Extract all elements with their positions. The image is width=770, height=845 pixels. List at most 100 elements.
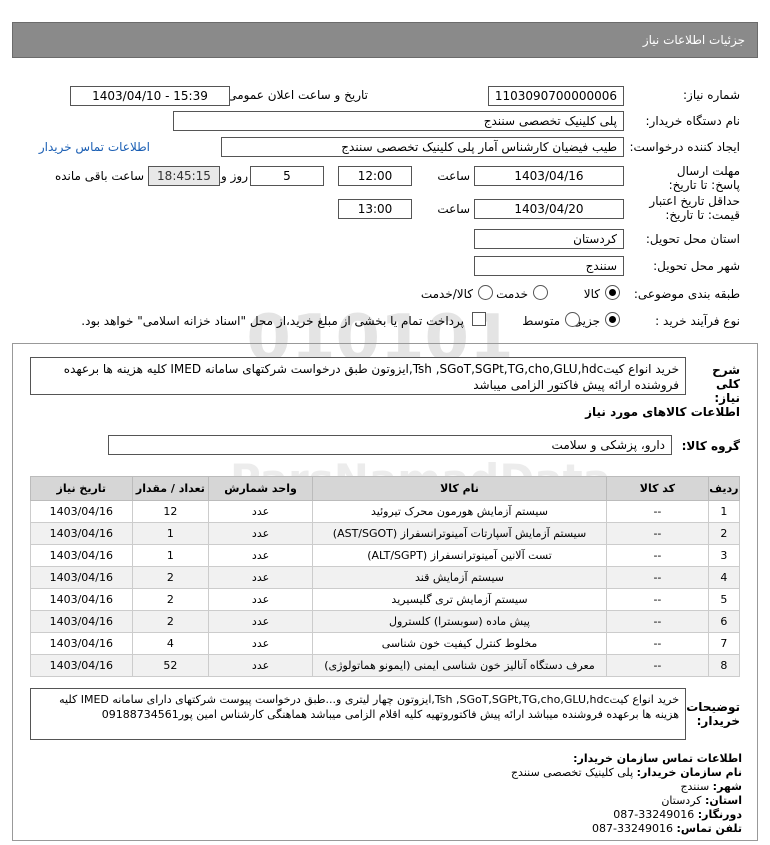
cell-unit: عدد xyxy=(208,654,313,677)
contact-city: شهر: سنندج xyxy=(680,780,742,793)
remaining-time-field: 18:45:15 xyxy=(148,166,220,186)
cell-row: 2 xyxy=(707,522,741,545)
cell-qty: 2 xyxy=(131,566,210,589)
city-field: سنندج xyxy=(474,256,624,276)
validity-date-field: 1403/04/20 xyxy=(474,199,624,219)
cell-qty: 52 xyxy=(131,654,210,677)
process-radio-medium[interactable] xyxy=(565,312,580,327)
table-row: 3 -- تست آلانین آمینوترانسفراز (ALT/SGPT… xyxy=(30,544,741,567)
table-row: 8 -- معرف دستگاه آنالیز خون شناسی ایمنی … xyxy=(30,654,741,677)
contact-phone: تلفن تماس: 33249016-087 xyxy=(592,822,742,835)
cell-qty: 2 xyxy=(131,588,210,611)
category-radio-service[interactable] xyxy=(533,285,548,300)
col-date: تاریخ نیاز xyxy=(30,476,133,501)
cell-date: 1403/04/16 xyxy=(30,588,133,611)
cell-unit: عدد xyxy=(208,522,313,545)
cell-qty: 4 xyxy=(131,632,210,655)
summary-text: خرید انواع کیتTsh ,SGoT,SGPt,TG,cho,GLU,… xyxy=(30,357,686,395)
days-label: روز و xyxy=(221,169,248,183)
cell-qty: 1 xyxy=(131,522,210,545)
cell-row: 3 xyxy=(707,544,741,567)
category-option-goods: کالا xyxy=(583,287,600,301)
validity-time-label: ساعت xyxy=(437,202,470,216)
deadline-label: مهلت ارسال پاسخ: تا تاریخ: xyxy=(668,164,740,192)
city-label: شهر محل تحویل: xyxy=(653,259,740,273)
col-unit: واحد شمارش xyxy=(208,476,313,501)
cell-row: 7 xyxy=(707,632,741,655)
contact-phone-value: 33249016-087 xyxy=(592,822,674,835)
cell-name: تست آلانین آمینوترانسفراز (ALT/SGPT) xyxy=(311,544,608,567)
buyer-org-field: پلی کلینیک تخصصی سنندج xyxy=(173,111,624,131)
cell-row: 5 xyxy=(707,588,741,611)
validity-label: حداقل تاریخ اعتبار قیمت: تا تاریخ: xyxy=(649,194,740,222)
col-name: نام کالا xyxy=(311,476,608,501)
cell-date: 1403/04/16 xyxy=(30,610,133,633)
contact-org-value: پلی کلینیک تخصصی سنندج xyxy=(510,766,634,779)
category-option-both: کالا/خدمت xyxy=(420,287,473,301)
category-radio-goods[interactable] xyxy=(605,285,620,300)
cell-code: -- xyxy=(606,654,709,677)
contact-province-value: کردستان xyxy=(661,794,702,807)
contact-org: نام سازمان خریدار: پلی کلینیک تخصصی سنند… xyxy=(510,766,742,779)
cell-unit: عدد xyxy=(208,610,313,633)
cell-unit: عدد xyxy=(208,588,313,611)
contact-title: اطلاعات تماس سازمان خریدار: xyxy=(573,752,742,765)
goods-group-label: گروه کالا: xyxy=(681,439,740,453)
cell-date: 1403/04/16 xyxy=(30,654,133,677)
cell-row: 4 xyxy=(707,566,741,589)
cell-date: 1403/04/16 xyxy=(30,544,133,567)
creator-field: طیب فیضیان کارشناس آمار پلی کلینیک تخصصی… xyxy=(221,137,624,157)
deadline-date-field: 1403/04/16 xyxy=(474,166,624,186)
buyer-notes-label: توضیحات خریدار: xyxy=(686,700,740,728)
goods-table: ردیف کد کالا نام کالا واحد شمارش تعداد /… xyxy=(30,476,741,677)
province-field: کردستان xyxy=(474,229,624,249)
cell-unit: عدد xyxy=(208,500,313,523)
cell-code: -- xyxy=(606,610,709,633)
page-header: جزئیات اطلاعات نیاز xyxy=(12,22,758,58)
contact-fax: دورنگار: 33249016-087 xyxy=(613,808,742,821)
summary-label: شرح کلی نیاز: xyxy=(712,363,740,405)
contact-city-value: سنندج xyxy=(680,780,710,793)
table-row: 2 -- سیستم آزمایش آسپارتات آمینوترانسفرا… xyxy=(30,522,741,545)
cell-name: مخلوط کنترل کیفیت خون شناسی xyxy=(311,632,608,655)
cell-name: معرف دستگاه آنالیز خون شناسی ایمنی (ایمو… xyxy=(311,654,608,677)
treasury-checkbox[interactable] xyxy=(472,312,486,326)
payment-note: پرداخت تمام یا بخشی از مبلغ خرید،از محل … xyxy=(81,314,464,328)
category-label: طبقه بندی موضوعی: xyxy=(633,287,740,301)
announce-field: 1403/04/10 - 15:39 xyxy=(70,86,230,106)
province-label: استان محل تحویل: xyxy=(645,232,740,246)
cell-name: پیش ماده (سوبسترا) کلسترول xyxy=(311,610,608,633)
need-number-label: شماره نیاز: xyxy=(683,88,740,102)
table-header-row: ردیف کد کالا نام کالا واحد شمارش تعداد /… xyxy=(30,476,741,501)
contact-province: استان: کردستان xyxy=(661,794,742,807)
cell-qty: 1 xyxy=(131,544,210,567)
cell-date: 1403/04/16 xyxy=(30,566,133,589)
cell-date: 1403/04/16 xyxy=(30,522,133,545)
announce-label: تاریخ و ساعت اعلان عمومی: xyxy=(223,88,368,102)
table-row: 1 -- سیستم آزمایش هورمون محرک تیروئید عد… xyxy=(30,500,741,523)
cell-qty: 12 xyxy=(131,500,210,523)
deadline-time-field: 12:00 xyxy=(338,166,412,186)
contact-fax-value: 33249016-087 xyxy=(613,808,695,821)
cell-name: سیستم آزمایش هورمون محرک تیروئید xyxy=(311,500,608,523)
cell-unit: عدد xyxy=(208,632,313,655)
table-row: 7 -- مخلوط کنترل کیفیت خون شناسی عدد 4 1… xyxy=(30,632,741,655)
cell-code: -- xyxy=(606,500,709,523)
validity-time-field: 13:00 xyxy=(338,199,412,219)
cell-code: -- xyxy=(606,522,709,545)
buyer-notes-text: خرید انواع کیتTsh ,SGoT,SGPt,TG,cho,GLU,… xyxy=(30,688,686,740)
cell-name: سیستم آزمایش تری گلیسیرید xyxy=(311,588,608,611)
col-row: ردیف xyxy=(707,476,741,501)
cell-name: سیستم آزمایش آسپارتات آمینوترانسفراز (AS… xyxy=(311,522,608,545)
days-field: 5 xyxy=(250,166,324,186)
cell-unit: عدد xyxy=(208,566,313,589)
category-radio-both[interactable] xyxy=(478,285,493,300)
buyer-contact-link[interactable]: اطلاعات تماس خریدار xyxy=(39,140,150,154)
cell-code: -- xyxy=(606,632,709,655)
cell-row: 1 xyxy=(707,500,741,523)
cell-code: -- xyxy=(606,566,709,589)
process-radio-minor[interactable] xyxy=(605,312,620,327)
remaining-label: ساعت باقی مانده xyxy=(54,169,144,183)
cell-row: 8 xyxy=(707,654,741,677)
table-row: 4 -- سیستم آزمایش قند عدد 2 1403/04/16 xyxy=(30,566,741,589)
